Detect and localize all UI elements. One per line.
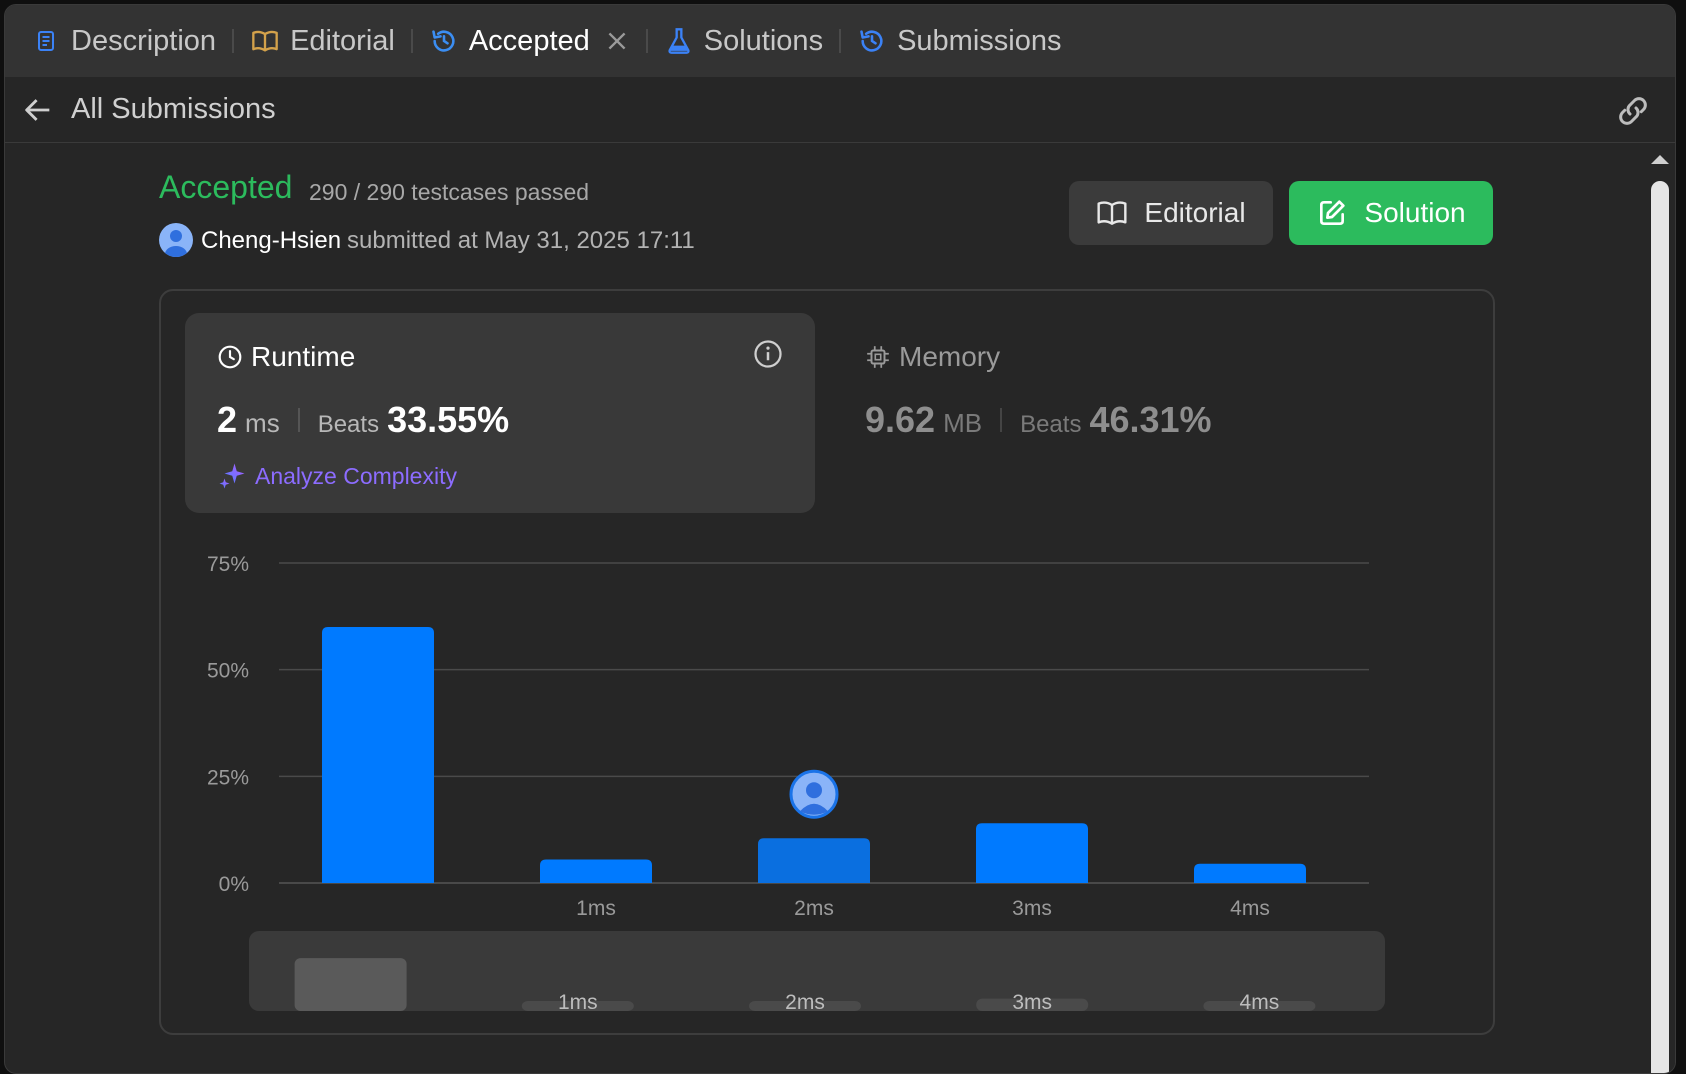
overview-label: 2ms [785,991,825,1014]
solution-button-label: Solution [1364,197,1466,228]
tab-accepted[interactable]: Accepted [429,5,630,77]
history-icon [857,26,887,56]
memory-title: Memory [899,341,1001,372]
book-icon [1097,201,1127,225]
runtime-value: 2 [217,399,238,440]
runtime-title: Runtime [251,341,356,372]
overview-label: 4ms [1240,991,1280,1014]
tab-label: Submissions [897,24,1062,57]
overview-label: 1ms [558,991,598,1014]
y-tick-label: 0% [219,873,249,896]
bar [976,823,1088,883]
performance-card: Runtime 2 ms Beats 33.55% Analyze Comple… [159,289,1495,1035]
tab-submissions[interactable]: Submissions [857,5,1061,77]
tab-divider [232,29,235,53]
overview-bar [521,1001,634,1011]
overview-bar [976,998,1089,1011]
submitted-time: submitted at May 31, 2025 17:11 [347,227,695,254]
tab-label: Description [71,24,217,57]
bar [540,859,652,883]
back-arrow-icon[interactable] [21,93,55,127]
link-icon[interactable] [1615,93,1651,129]
overview-bar [749,1001,861,1011]
editorial-button-label: Editorial [1144,197,1246,228]
all-submissions-link[interactable]: All Submissions [71,93,276,126]
tab-label: Solutions [703,24,824,57]
y-tick-label: 25% [207,766,249,789]
tab-solutions[interactable]: Solutions [664,5,823,77]
flask-icon [664,26,694,56]
divider [1000,408,1003,432]
overview-bar [1203,1001,1316,1011]
user-marker-avatar [789,769,839,819]
editorial-button[interactable]: Editorial [1069,181,1273,245]
x-tick-label: 1ms [576,897,616,920]
solution-button[interactable]: Solution [1289,181,1493,245]
description-icon [31,26,61,56]
divider [297,408,300,432]
history-icon [429,26,459,56]
submission-detail: Accepted 290 / 290 testcases passed Chen… [5,143,1645,1073]
scroll-up-arrow-icon[interactable] [1651,155,1669,164]
overview-bar [294,958,407,1011]
x-tick-label: 4ms [1230,897,1270,920]
runtime-beats-percent: 33.55% [387,399,510,440]
chip-icon [867,346,889,368]
clock-icon [218,345,242,369]
tab-divider [645,29,648,53]
tab-divider [839,29,842,53]
analyze-complexity-label: Analyze Complexity [255,462,457,489]
submission-panel: Description Editorial Accepted Solutions [4,4,1676,1074]
memory-panel[interactable]: Memory 9.62 MB Beats 46.31% [845,313,1475,513]
memory-value: 9.62 [865,399,936,440]
analyze-complexity-link[interactable]: Analyze Complexity [217,461,457,491]
author-name[interactable]: Cheng-Hsien [201,227,341,255]
tab-bar: Description Editorial Accepted Solutions [5,5,1675,77]
memory-beats-label: Beats [1020,411,1082,438]
book-icon [250,26,280,56]
tab-description[interactable]: Description [31,5,216,77]
tab-editorial[interactable]: Editorial [250,5,395,77]
runtime-unit: ms [245,408,280,438]
x-tick-label: 3ms [1012,897,1052,920]
y-tick-label: 75% [207,553,249,576]
memory-unit: MB [943,408,983,438]
scrollbar-thumb[interactable] [1651,181,1669,1073]
submission-header: All Submissions [5,77,1675,143]
x-tick-label: 2ms [794,897,834,920]
close-icon[interactable] [604,28,630,54]
tab-label: Accepted [468,24,590,57]
submission-status: Accepted [159,169,293,205]
bar [758,838,870,883]
y-tick-label: 50% [207,660,249,683]
runtime-beats-label: Beats [317,411,380,438]
bar [1194,863,1306,883]
info-icon[interactable] [753,339,783,369]
overview-label: 3ms [1012,991,1052,1014]
user-marker-body [800,803,828,815]
bar [322,627,434,883]
tab-label: Editorial [290,24,395,57]
testcases-passed: 290 / 290 testcases passed [309,179,590,205]
runtime-panel[interactable]: Runtime 2 ms Beats 33.55% Analyze Comple… [185,313,815,513]
tab-divider [410,29,413,53]
edit-icon [1320,200,1346,225]
sparkle-icon [219,463,245,489]
overview-strip [249,931,1385,1011]
memory-beats-percent: 46.31% [1089,399,1212,440]
user-marker-head [806,782,822,799]
avatar[interactable] [159,223,193,257]
